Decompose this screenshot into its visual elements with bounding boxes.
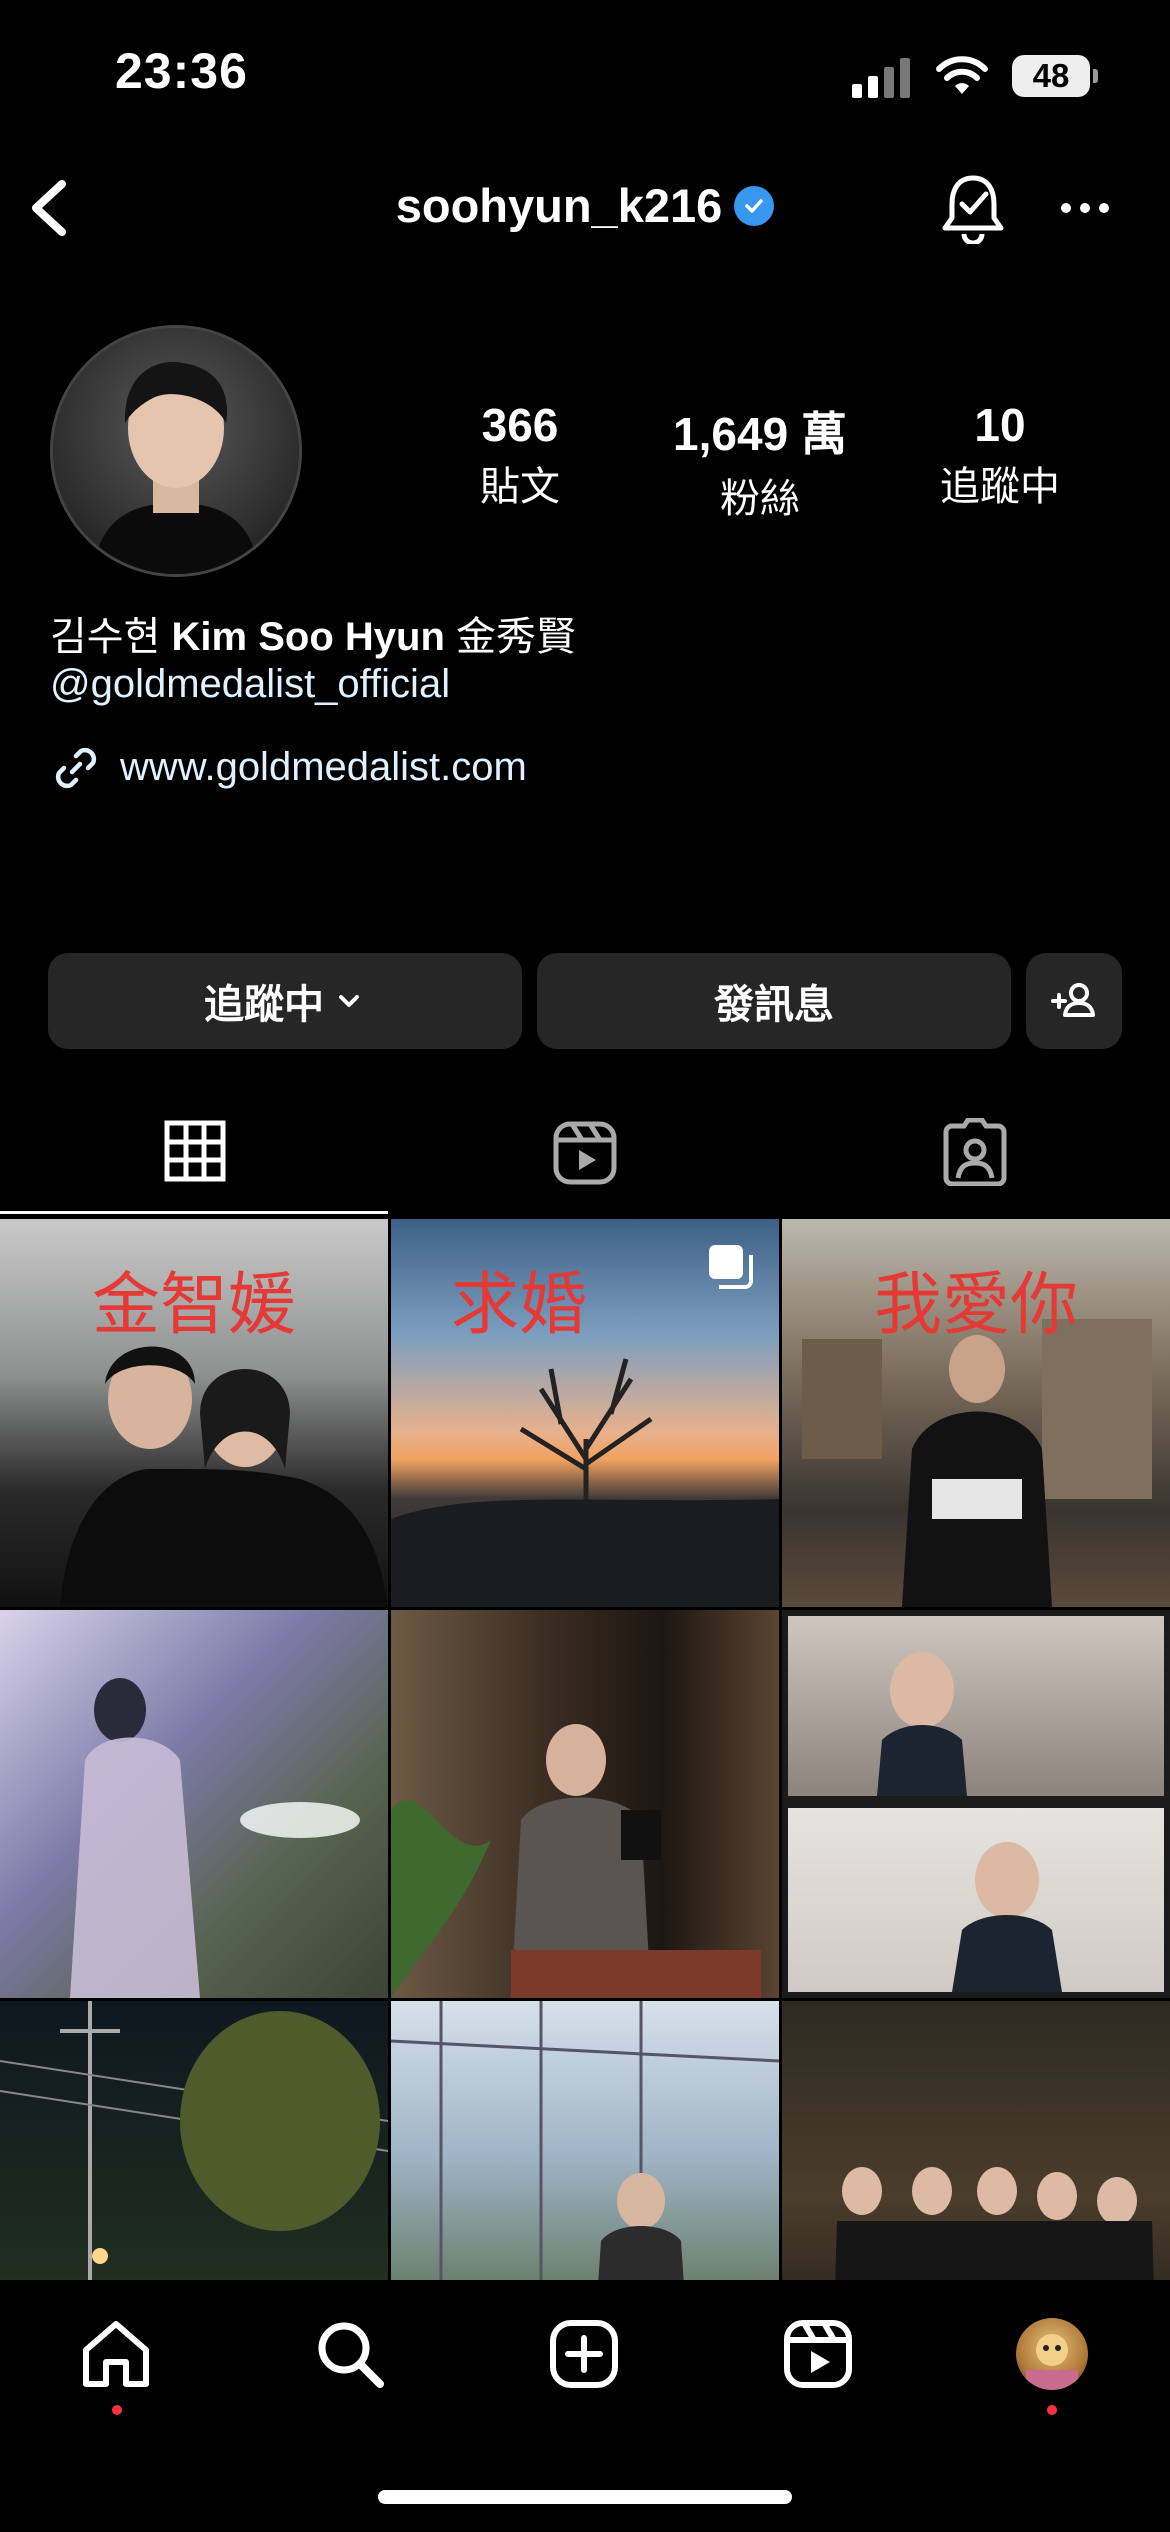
name-chinese: 金秀賢 (456, 615, 576, 659)
home-icon[interactable] (80, 2318, 152, 2390)
posts-label: 貼文 (480, 465, 560, 509)
following-button-label: 追蹤中 (204, 983, 324, 1027)
tab-tagged-icon[interactable] (942, 1118, 1008, 1186)
name-korean: 김수현 (50, 615, 161, 659)
link-icon (55, 747, 97, 789)
verified-badge-icon (734, 185, 775, 226)
post-thumbnail[interactable]: 金智媛 (0, 1219, 388, 1607)
following-count: 10 (974, 399, 1026, 451)
search-icon[interactable] (314, 2318, 386, 2390)
carousel-icon (709, 1245, 753, 1289)
reels-icon[interactable] (782, 2318, 854, 2390)
add-person-icon (1051, 983, 1095, 1017)
website-link[interactable]: www.goldmedalist.com (120, 745, 527, 790)
following-stat[interactable]: 10 追蹤中 (890, 398, 1110, 512)
suggested-users-button[interactable] (1026, 953, 1122, 1049)
profile-tab-avatar[interactable] (1016, 2318, 1088, 2390)
post-thumbnail[interactable]: 求婚 (391, 1219, 779, 1607)
following-button[interactable]: 追蹤中 (48, 953, 522, 1049)
bio-mention-link[interactable]: @goldmedalist_official (50, 662, 450, 707)
username-text: soohyun_k216 (395, 179, 723, 232)
tab-posts-grid-icon[interactable] (164, 1120, 226, 1182)
post-caption-overlay: 金智媛 (91, 1266, 296, 1345)
profile-notification-dot (1047, 2405, 1057, 2415)
posts-count: 366 (481, 399, 559, 451)
more-options-icon[interactable] (1060, 200, 1110, 216)
post-caption-overlay: 我愛你 (873, 1266, 1078, 1345)
message-button-label: 發訊息 (714, 983, 834, 1027)
post-thumbnail[interactable]: 我愛你 (782, 1219, 1170, 1607)
home-notification-dot (112, 2405, 122, 2415)
post-thumbnail[interactable] (782, 1610, 1170, 1998)
profile-avatar[interactable] (50, 325, 302, 577)
active-tab-indicator (0, 1211, 388, 1214)
battery-indicator: 48 (1012, 55, 1098, 97)
message-button[interactable]: 發訊息 (537, 953, 1011, 1049)
tab-reels-icon[interactable] (552, 1120, 618, 1186)
posts-stat[interactable]: 366 貼文 (410, 398, 630, 512)
create-post-icon[interactable] (548, 2318, 620, 2390)
following-label: 追蹤中 (940, 465, 1060, 509)
followers-count: 1,649 萬 (673, 408, 847, 460)
post-thumbnail[interactable] (0, 1610, 388, 1998)
wifi-icon (936, 56, 988, 94)
status-time: 23:36 (115, 43, 248, 99)
name-latin: Kim Soo Hyun (171, 615, 445, 659)
home-indicator (378, 2490, 792, 2504)
cellular-signal-icon (852, 58, 910, 98)
followers-label: 粉絲 (720, 477, 800, 521)
notification-bell-icon[interactable] (940, 172, 1006, 244)
chevron-down-icon (339, 995, 359, 1007)
profile-full-name: 김수현 Kim Soo Hyun 金秀賢 (50, 604, 576, 662)
followers-stat[interactable]: 1,649 萬 粉絲 (650, 398, 870, 524)
post-thumbnail[interactable] (391, 1610, 779, 1998)
